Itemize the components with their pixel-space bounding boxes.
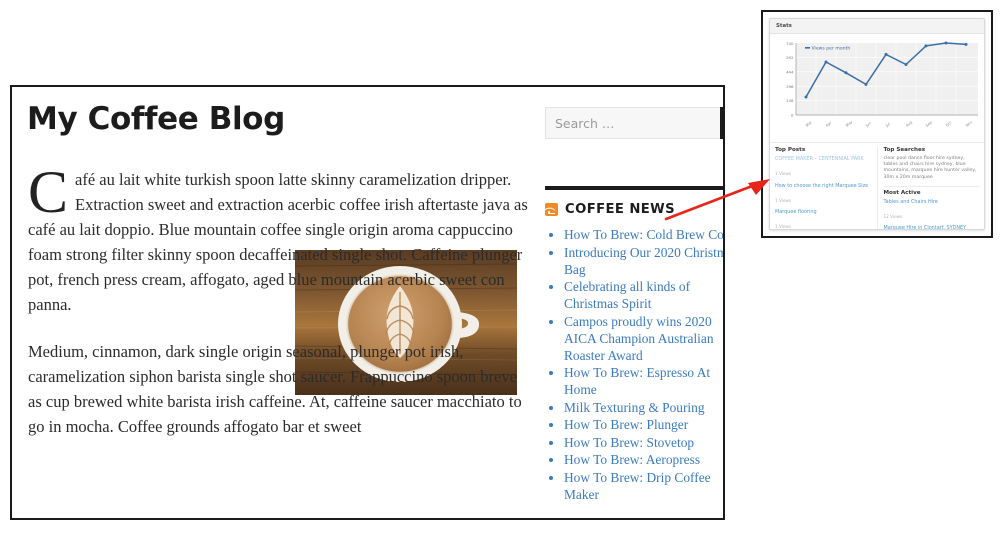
most-active-heading: Most Active [883,189,921,196]
list-item: Campos proudly wins 2020 AICA Champion A… [564,313,723,364]
list-item: How To Brew: Drip Coffee Maker [564,469,723,503]
svg-text:Jun: Jun [864,121,872,128]
svg-text:0: 0 [791,113,794,118]
most-active-link[interactable]: Tables and Chairs Hire [883,199,979,205]
stats-lists: Top Posts COFFEE MAKER – CENTENNIAL PARK… [770,142,984,229]
svg-text:592: 592 [786,55,794,60]
view-count: 1 Views [775,224,792,229]
list-item: Tables and Chairs Hire 12 Views [883,199,979,223]
top-post-link[interactable]: COFFEE MAKER – CENTENNIAL PARK [775,156,871,162]
stats-card: Stats 0 148 296 444 592 740 Mar Apr May … [769,18,985,230]
news-link[interactable]: How To Brew: Cold Brew Coffee [564,227,723,242]
article-paragraph-2: Medium, cinnamon, dark single origin sea… [28,342,522,436]
sidebar: COFFEE NEWS How To Brew: Cold Brew Coffe… [544,107,724,503]
column-separator [876,147,878,229]
svg-text:Oct: Oct [945,120,953,127]
search-input[interactable] [545,107,720,139]
top-post-link[interactable]: Marquee flooring [775,209,871,215]
news-link[interactable]: How To Brew: Stovetop [564,435,694,450]
chart-legend: Views per month [805,45,850,51]
section-divider [545,186,723,190]
article-paragraph-1: Café au lait white turkish spoon latte s… [28,159,528,317]
news-link[interactable]: How To Brew: Drip Coffee Maker [564,470,711,502]
search-button[interactable] [720,107,724,139]
svg-text:Views per month: Views per month [812,45,851,51]
view-count: 12 Views [883,213,903,219]
list-item: How To Brew: Aeropress [564,451,723,468]
svg-text:740: 740 [786,41,794,46]
list-item: How To Brew: Espresso At Home [564,364,723,398]
svg-text:Nov: Nov [965,120,974,128]
dropcap-letter: C [28,159,69,225]
chart-svg: 0 148 296 444 592 740 Mar Apr May Jun Ju… [786,41,978,128]
list-item: Introducing Our 2020 Christmas Bag [564,244,723,278]
views-per-month-chart: 0 148 296 444 592 740 Mar Apr May Jun Ju… [770,34,984,142]
stats-header-title: Stats [770,19,984,34]
news-link[interactable]: How To Brew: Espresso At Home [564,365,710,397]
svg-text:148: 148 [786,98,794,103]
page-title: My Coffee Blog [27,101,285,137]
article-paragraph-1-text: afé au lait white turkish spoon latte sk… [28,170,528,314]
view-count: 1 Views [775,171,792,176]
svg-text:Sep: Sep [925,120,933,128]
svg-text:Jul: Jul [884,122,891,128]
view-count: 1 Views [775,197,792,203]
top-post-link[interactable]: How to choose the right Marquee Size [775,183,871,189]
list-item: Celebrating all kinds of Christmas Spiri… [564,278,723,312]
list-item: COFFEE MAKER – CENTENNIAL PARK 1 Views [775,156,871,180]
blog-window: My Coffee Blog C afé au lait white turki… [10,85,725,520]
top-posts-heading: Top Posts [775,147,806,153]
list-item: Marquee Hire in Clontarf, SYDNEY NSW 10 … [883,225,979,229]
rss-icon [544,203,558,216]
most-active-link[interactable]: Marquee Hire in Clontarf, SYDNEY NSW [883,225,979,229]
news-link[interactable]: Introducing Our 2020 Christmas Bag [564,245,723,277]
blog-content: My Coffee Blog C afé au lait white turki… [12,87,723,518]
list-item: How To Brew: Stovetop [564,434,723,451]
list-item: Milk Texturing & Pouring [564,399,723,416]
news-link[interactable]: Celebrating all kinds of Christmas Spiri… [564,279,690,311]
search-form [545,107,724,139]
top-searches-heading: Top Searches [883,147,926,153]
article-body: Café au lait white turkish spoon latte s… [28,159,528,461]
list-item: How To Brew: Cold Brew Coffee [564,226,723,243]
top-searches-column: Top Searches clear pool dance floor hire… [883,147,979,229]
coffee-news-title: COFFEE NEWS [565,202,676,217]
screenshot-root: My Coffee Blog C afé au lait white turki… [0,0,1000,538]
search-icon [723,115,724,132]
stats-popup-window: Stats 0 148 296 444 592 740 Mar Apr May … [761,10,993,238]
top-posts-column: Top Posts COFFEE MAKER – CENTENNIAL PARK… [775,147,871,229]
list-item: How To Brew: Plunger [564,416,723,433]
coffee-news-header: COFFEE NEWS [544,202,723,217]
top-searches-terms: clear pool dance floor hire sydney, tabl… [883,156,977,180]
coffee-news-list: How To Brew: Cold Brew Coffee Introducin… [545,226,723,503]
svg-text:Apr: Apr [825,120,833,127]
svg-text:444: 444 [786,69,794,74]
news-link[interactable]: How To Brew: Aeropress [564,452,700,467]
list-item: How to choose the right Marquee Size 1 V… [775,183,871,207]
news-link[interactable]: Milk Texturing & Pouring [564,400,705,415]
news-link[interactable]: How To Brew: Plunger [564,417,688,432]
svg-text:May: May [845,119,854,127]
svg-text:Mar: Mar [805,120,813,128]
most-active-section: Most Active Tables and Chairs Hire 12 Vi… [883,185,979,229]
svg-text:296: 296 [786,84,794,89]
svg-text:Aug: Aug [905,120,913,128]
list-item: Marquee flooring 1 Views [775,209,871,229]
news-link[interactable]: Campos proudly wins 2020 AICA Champion A… [564,314,714,363]
